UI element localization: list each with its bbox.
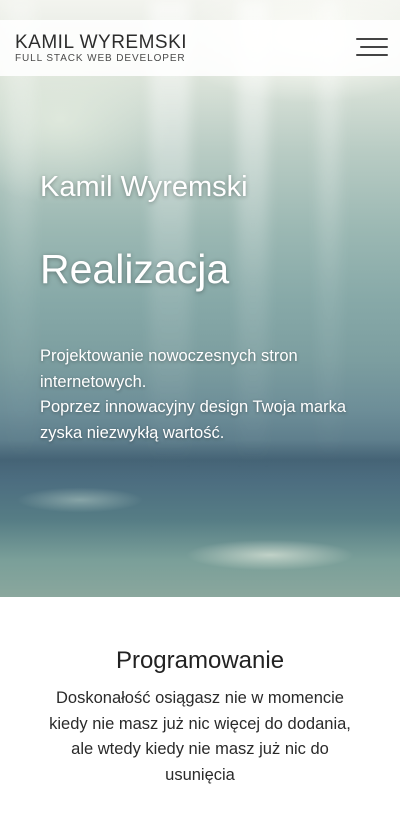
hero-description-line: Poprzez innowacyjny design Twoja marka bbox=[40, 398, 347, 416]
programming-section: Programowanie Doskonałość osiągasz nie w… bbox=[0, 597, 400, 822]
hero-description-line: Projektowanie nowoczesnych stron bbox=[40, 347, 298, 365]
background-glow bbox=[0, 440, 400, 480]
brand-name[interactable]: KAMIL WYREMSKI bbox=[15, 33, 187, 52]
page: KAMIL WYREMSKI FULL STACK WEB DEVELOPER … bbox=[0, 0, 400, 822]
hero-description-line: zyska niezwykłą wartość. bbox=[40, 423, 225, 442]
hero-description-line: internetowych. bbox=[40, 372, 147, 391]
section-title: Programowanie bbox=[115, 647, 285, 674]
menu-line bbox=[356, 38, 388, 40]
hamburger-menu-icon[interactable] bbox=[356, 35, 388, 59]
hero-title: Realizacja bbox=[40, 246, 230, 292]
hero-subtitle: Kamil Wyremski bbox=[40, 171, 248, 203]
section-text-line: usunięcia bbox=[165, 765, 235, 784]
hero-description: Projektowanie nowoczesnych stron interne… bbox=[40, 344, 380, 446]
section-text: Doskonałość osiągasz nie w momencie kied… bbox=[20, 686, 380, 788]
hero-section: KAMIL WYREMSKI FULL STACK WEB DEVELOPER … bbox=[0, 0, 400, 597]
brand-tagline: FULL STACK WEB DEVELOPER bbox=[15, 53, 186, 64]
top-navigation-bar: KAMIL WYREMSKI FULL STACK WEB DEVELOPER bbox=[0, 20, 400, 76]
menu-line bbox=[360, 46, 388, 48]
section-text-line: kiedy nie masz już nic więcej do dodania… bbox=[49, 714, 351, 733]
section-text-line: ale wtedy kiedy nie masz już nic do bbox=[71, 740, 329, 758]
section-text-line: Doskonałość osiągasz nie w momencie bbox=[56, 689, 344, 707]
menu-line bbox=[356, 54, 388, 56]
